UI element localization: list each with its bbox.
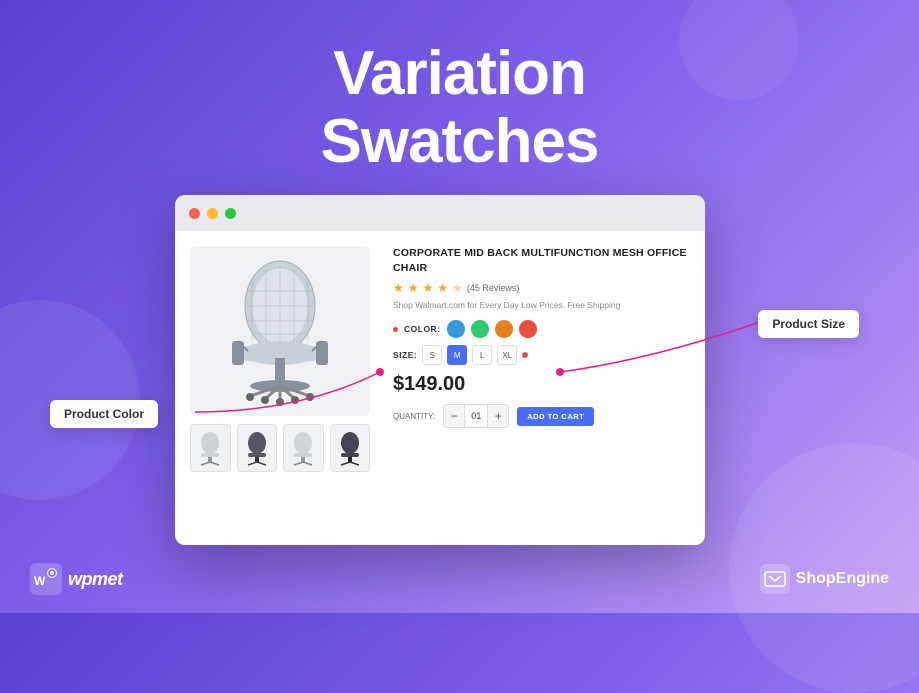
hero-title: Variation Swatches [0,40,919,176]
stars-row: ★ ★ ★ ★ ★ (45 Reviews) [393,281,690,295]
callout-product-size: Product Size [758,310,859,338]
browser-dot-green[interactable] [225,208,236,219]
footer: W wpmet ShopEngine [0,563,919,595]
color-swatch-green[interactable] [471,320,489,338]
title-line2: Swatches [0,108,919,176]
chair-svg-main [210,251,350,411]
color-swatch-blue[interactable] [447,320,465,338]
star-half: ★ [452,281,463,295]
star-2: ★ [408,281,419,295]
wpmet-icon: W [30,563,62,595]
size-dot-indicator [522,352,528,358]
thumbnail-2[interactable] [237,424,278,472]
color-label: COLOR: [404,324,441,334]
add-to-cart-button[interactable]: ADD TO CART [517,407,594,426]
star-3: ★ [423,281,434,295]
size-s[interactable]: S [422,345,442,365]
product-image-section [175,231,385,545]
wpmet-logo: W wpmet [30,563,123,595]
reviews-count: (45 Reviews) [467,283,520,293]
thumbnail-1[interactable] [190,424,231,472]
browser-window: CORPORATE MID BACK MULTIFUNCTION MESH OF… [175,195,705,545]
cart-row: QUANTITY: − 01 + ADD TO CART [393,404,690,428]
shop-description: Shop Walmart.com for Every Day Low Price… [393,300,690,312]
thumbnail-4[interactable] [330,424,371,472]
size-m[interactable]: M [447,345,467,365]
callout-product-color: Product Color [50,400,158,428]
product-price: $149.00 [393,373,690,396]
color-dot-bullet [393,327,398,332]
svg-text:W: W [34,574,46,588]
browser-dot-yellow[interactable] [207,208,218,219]
product-title: CORPORATE MID BACK MULTIFUNCTION MESH OF… [393,246,690,275]
size-section: SIZE: S M L XL [393,345,690,365]
color-section: COLOR: [393,320,690,338]
browser-dot-red[interactable] [189,208,200,219]
quantity-increase[interactable]: + [488,405,508,427]
thumbnail-3[interactable] [283,424,324,472]
wpmet-label: wpmet [68,569,123,590]
size-l[interactable]: L [472,345,492,365]
size-label: SIZE: [393,350,417,360]
star-1: ★ [393,281,404,295]
color-swatch-red[interactable] [519,320,537,338]
browser-titlebar [175,195,705,231]
product-details: CORPORATE MID BACK MULTIFUNCTION MESH OF… [385,231,705,545]
quantity-label: QUANTITY: [393,412,435,421]
shopengine-label: ShopEngine [796,570,889,588]
quantity-control: − 01 + [443,404,509,428]
star-4: ★ [437,281,448,295]
callout-product-color-text: Product Color [64,407,144,421]
quantity-value: 01 [464,405,488,427]
title-line1: Variation [0,40,919,108]
main-product-image [190,246,370,416]
quantity-decrease[interactable]: − [444,405,464,427]
callout-product-size-text: Product Size [772,317,845,331]
shopengine-logo: ShopEngine [760,564,889,594]
color-swatch-orange[interactable] [495,320,513,338]
shopengine-icon [760,564,790,594]
thumbnail-row [190,424,370,472]
browser-content: CORPORATE MID BACK MULTIFUNCTION MESH OF… [175,231,705,545]
size-xl[interactable]: XL [497,345,517,365]
